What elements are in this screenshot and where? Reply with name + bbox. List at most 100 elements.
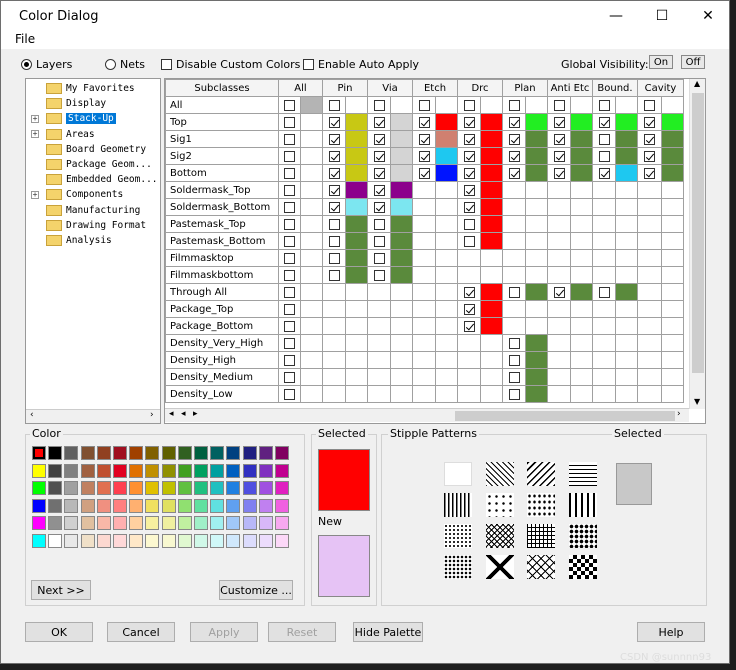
visibility-cell[interactable] [457, 300, 481, 318]
scroll-right-icon[interactable]: › [150, 410, 154, 420]
scroll-next-icon[interactable]: ▸ [193, 409, 198, 419]
color-cell[interactable] [390, 215, 413, 233]
color-cell[interactable] [525, 130, 548, 148]
visibility-cell[interactable] [547, 130, 571, 148]
visibility-cell[interactable] [322, 130, 346, 148]
color-cell[interactable] [615, 113, 638, 131]
visibility-checkbox[interactable] [418, 151, 430, 162]
visibility-cell[interactable] [278, 385, 301, 403]
visibility-checkbox[interactable] [284, 338, 295, 349]
color-cell[interactable] [615, 130, 638, 148]
visibility-cell[interactable] [412, 130, 436, 148]
visibility-cell[interactable] [592, 96, 616, 114]
grid-vertical-scroll-thumb[interactable] [692, 93, 704, 373]
visibility-cell[interactable] [278, 198, 301, 216]
palette-color-swatch[interactable] [96, 481, 111, 496]
visibility-checkbox[interactable] [284, 355, 295, 366]
palette-color-swatch[interactable] [210, 446, 225, 460]
scroll-down-icon[interactable]: ▼ [694, 397, 700, 406]
palette-color-swatch[interactable] [32, 463, 46, 478]
visibility-checkbox[interactable] [553, 151, 565, 162]
palette-color-swatch[interactable] [194, 446, 208, 460]
color-cell[interactable] [480, 317, 503, 335]
color-cell[interactable] [345, 249, 368, 267]
visibility-checkbox[interactable] [508, 168, 520, 179]
visibility-cell[interactable] [457, 215, 481, 233]
visibility-checkbox[interactable] [284, 185, 295, 196]
column-header[interactable]: Anti Etc [547, 79, 593, 97]
visibility-checkbox[interactable] [598, 168, 610, 179]
palette-color-swatch[interactable] [145, 498, 160, 513]
column-header[interactable]: Drc [457, 79, 503, 97]
stipple-pattern-swatch[interactable] [485, 493, 514, 517]
palette-color-swatch[interactable] [161, 481, 176, 496]
palette-color-swatch[interactable] [226, 446, 241, 460]
tree-item[interactable]: Drawing Format [26, 218, 160, 233]
tree-item[interactable]: My Favorites [26, 81, 160, 96]
palette-color-swatch[interactable] [258, 516, 273, 531]
palette-color-swatch[interactable] [210, 481, 225, 496]
visibility-cell[interactable] [502, 130, 526, 148]
visibility-checkbox[interactable] [598, 117, 610, 128]
visibility-cell[interactable] [547, 283, 571, 301]
visibility-cell[interactable] [637, 164, 662, 182]
palette-color-swatch[interactable] [64, 463, 79, 478]
tree-item[interactable]: Analysis [26, 233, 160, 248]
visibility-checkbox[interactable] [328, 202, 340, 213]
palette-color-swatch[interactable] [32, 446, 46, 460]
visibility-checkbox[interactable] [508, 100, 520, 111]
color-cell[interactable] [480, 164, 503, 182]
palette-color-swatch[interactable] [48, 463, 63, 478]
stipple-pattern-swatch[interactable] [527, 493, 555, 517]
visibility-checkbox[interactable] [418, 117, 430, 128]
maximize-button[interactable]: ☐ [639, 1, 685, 31]
color-cell[interactable] [570, 113, 593, 131]
color-cell[interactable] [300, 351, 323, 369]
color-cell[interactable] [300, 96, 323, 114]
visibility-checkbox[interactable] [463, 236, 475, 247]
nets-radio-button[interactable] [105, 59, 116, 70]
visibility-checkbox[interactable] [328, 219, 340, 230]
visibility-checkbox[interactable] [644, 100, 655, 111]
visibility-checkbox[interactable] [373, 134, 385, 145]
reset-button[interactable]: Reset [268, 622, 336, 642]
stipple-pattern-swatch[interactable] [485, 462, 514, 486]
palette-color-swatch[interactable] [145, 463, 160, 478]
visibility-cell[interactable] [412, 164, 436, 182]
palette-color-swatch[interactable] [258, 463, 273, 478]
scroll-prev-icon[interactable]: ◂ [181, 409, 186, 419]
visibility-cell[interactable] [278, 368, 301, 386]
stipple-pattern-swatch[interactable] [527, 555, 555, 579]
palette-color-swatch[interactable] [32, 481, 46, 496]
next-palette-button[interactable]: Next >> [31, 580, 91, 600]
visibility-cell[interactable] [457, 181, 481, 199]
visibility-checkbox[interactable] [418, 134, 430, 145]
column-header[interactable]: Cavity [637, 79, 684, 97]
visibility-cell[interactable] [367, 181, 391, 199]
palette-color-swatch[interactable] [258, 498, 273, 513]
palette-color-swatch[interactable] [129, 481, 144, 496]
palette-color-swatch[interactable] [96, 534, 111, 548]
visibility-cell[interactable] [457, 164, 481, 182]
color-cell[interactable] [345, 113, 368, 131]
color-cell[interactable] [345, 215, 368, 233]
tree-item[interactable]: + Components [26, 187, 160, 202]
column-header[interactable]: All [278, 79, 323, 97]
visibility-checkbox[interactable] [328, 151, 340, 162]
palette-color-swatch[interactable] [48, 516, 63, 531]
visibility-checkbox[interactable] [373, 151, 385, 162]
nets-radio[interactable]: Nets [105, 58, 145, 71]
color-cell[interactable] [300, 113, 323, 131]
color-cell[interactable] [345, 164, 368, 182]
color-cell[interactable] [525, 147, 548, 165]
visibility-cell[interactable] [278, 113, 301, 131]
visibility-checkbox[interactable] [463, 304, 475, 315]
palette-color-swatch[interactable] [113, 463, 127, 478]
column-header[interactable]: Pin [322, 79, 368, 97]
color-cell[interactable] [300, 334, 323, 352]
color-cell[interactable] [480, 198, 503, 216]
palette-color-swatch[interactable] [64, 498, 79, 513]
visibility-checkbox[interactable] [598, 100, 610, 111]
palette-color-swatch[interactable] [129, 446, 144, 460]
visibility-checkbox[interactable] [463, 185, 475, 196]
